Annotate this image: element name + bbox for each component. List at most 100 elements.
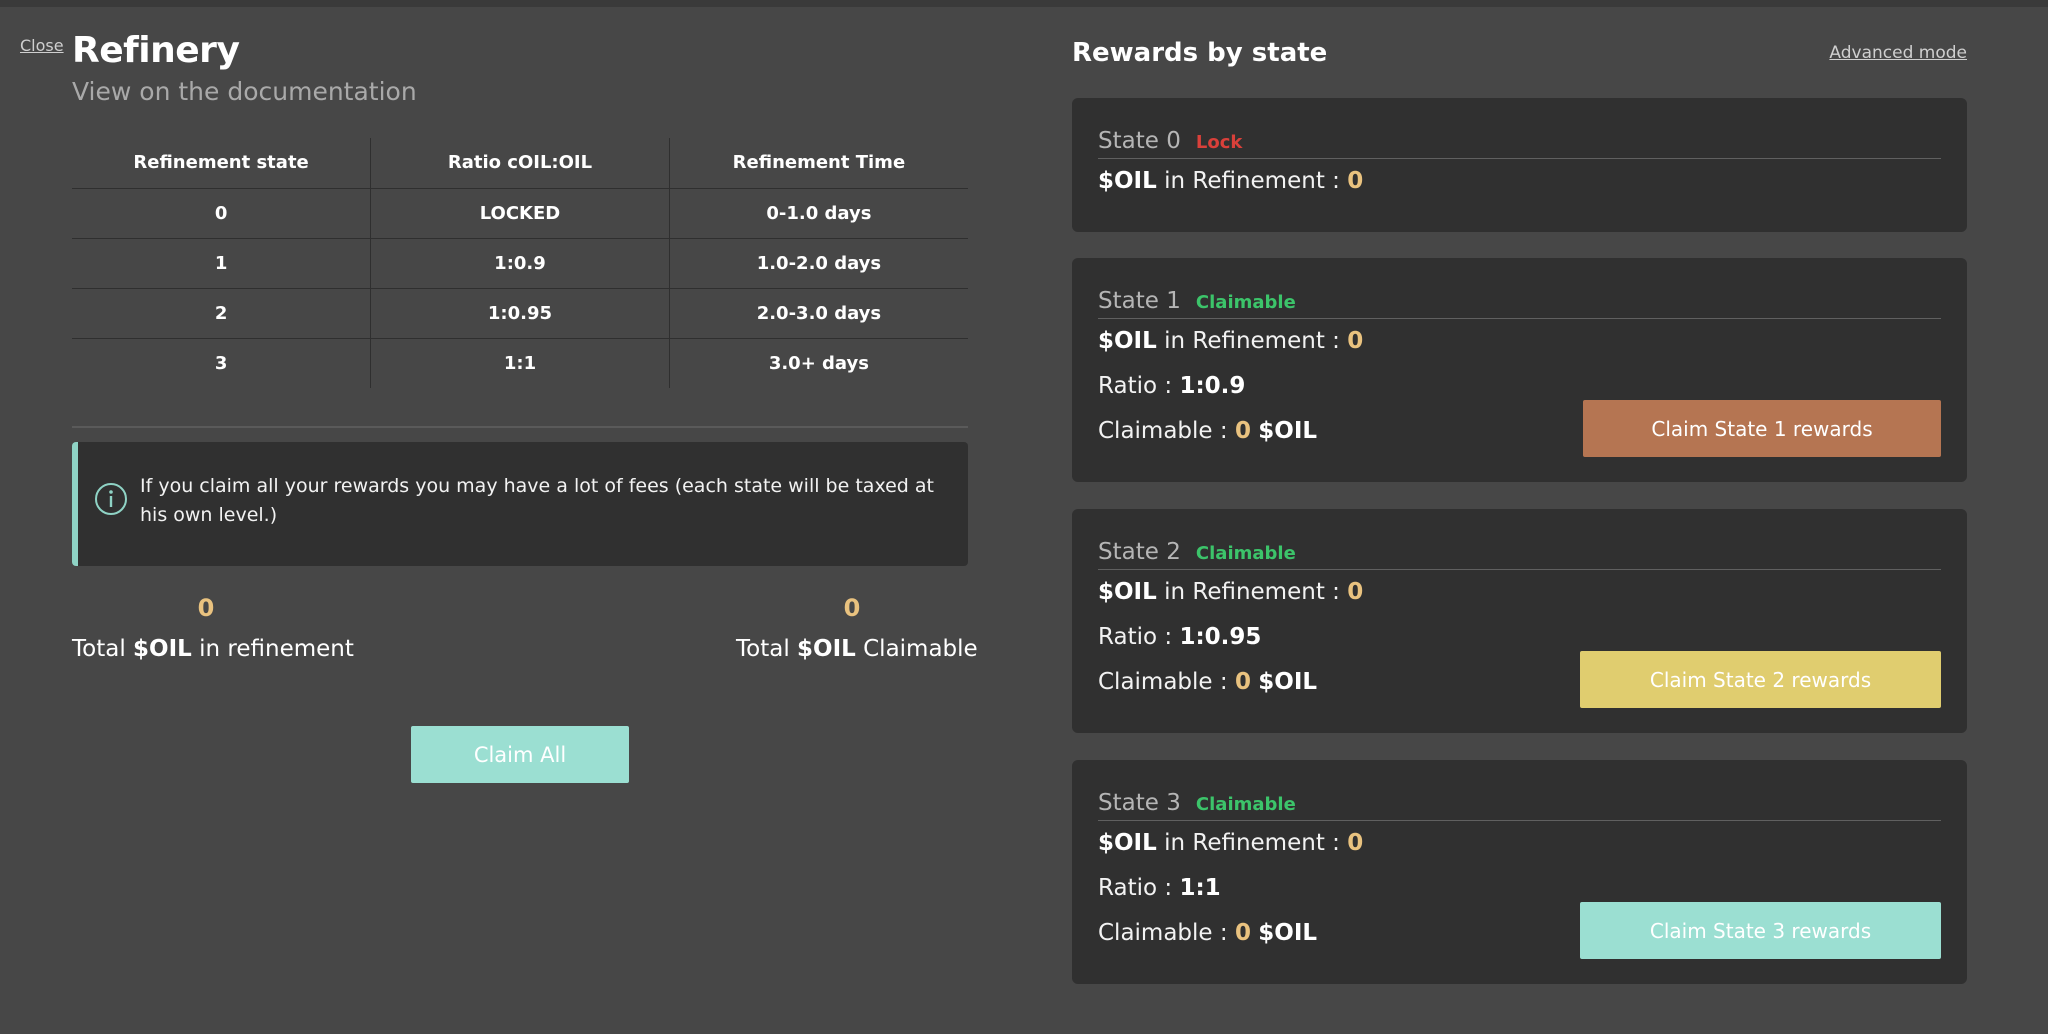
label-text: in Refinement : (1164, 579, 1340, 605)
total-refinement-value: 0 (197, 594, 215, 622)
section-divider (72, 426, 968, 428)
state-name: State 0 (1098, 128, 1181, 154)
fee-warning-notice: If you claim all your rewards you may ha… (72, 442, 968, 566)
table-row: 0 LOCKED 0-1.0 days (72, 188, 968, 238)
table-cell: 1 (72, 238, 372, 288)
refinement-value: 0 (1347, 579, 1364, 605)
rewards-title: Rewards by state (1072, 38, 1328, 68)
label-text: Ratio : (1098, 875, 1173, 901)
label-text: Total (72, 636, 126, 662)
refinement-value: 0 (1347, 830, 1364, 856)
ratio-value: 1:0.95 (1179, 624, 1262, 650)
status-badge: Lock (1195, 132, 1243, 153)
table-header-row: Refinement state Ratio cOIL:OIL Refineme… (72, 138, 968, 188)
token-symbol: $OIL (1098, 168, 1157, 194)
close-link[interactable]: Close (20, 36, 64, 55)
state-refinement: $OIL in Refinement : 0 (1098, 168, 1363, 194)
state-name: State 2 (1098, 539, 1181, 565)
table-row: 3 1:1 3.0+ days (72, 338, 968, 388)
claimable-value: 0 (1234, 669, 1251, 695)
state-ratio: Ratio : 1:0.95 (1098, 624, 1261, 650)
state-ratio: Ratio : 1:0.9 (1098, 373, 1245, 399)
state-claimable: Claimable : 0 $OIL (1098, 418, 1317, 444)
state-refinement: $OIL in Refinement : 0 (1098, 328, 1363, 354)
table-cell: 0-1.0 days (766, 202, 872, 224)
info-icon (95, 483, 127, 515)
token-symbol: $OIL (1258, 418, 1318, 444)
total-claimable-value: 0 (843, 594, 861, 622)
label-text: in Refinement : (1164, 168, 1340, 194)
token-symbol: $OIL (1258, 669, 1318, 695)
advanced-mode-link[interactable]: Advanced mode (1829, 43, 1967, 63)
token-symbol: $OIL (133, 636, 192, 662)
table-cell: 3.0+ days (768, 352, 869, 374)
table-cell: LOCKED (370, 188, 670, 238)
state-refinement: $OIL in Refinement : 0 (1098, 579, 1363, 605)
state-header: State 3 Claimable (1098, 790, 1941, 821)
table-cell: 1:1 (370, 338, 670, 388)
state-header: State 2 Claimable (1098, 539, 1941, 570)
state-card-0: State 0 Lock $OIL in Refinement : 0 (1072, 98, 1967, 232)
label-text: in refinement (199, 636, 354, 662)
total-claimable-label: Total $OIL Claimable (736, 636, 978, 662)
state-name: State 1 (1098, 288, 1181, 314)
refinement-table: Refinement state Ratio cOIL:OIL Refineme… (72, 138, 968, 388)
label-text: in Refinement : (1164, 328, 1340, 354)
state-claimable: Claimable : 0 $OIL (1098, 920, 1317, 946)
column-header: Refinement Time (732, 152, 906, 174)
state-card-2: State 2 Claimable $OIL in Refinement : 0… (1072, 509, 1967, 733)
ratio-value: 1:1 (1179, 875, 1221, 901)
state-name: State 3 (1098, 790, 1181, 816)
table-cell: 0 (72, 188, 372, 238)
token-symbol: $OIL (1098, 328, 1157, 354)
label-text: Ratio : (1098, 373, 1173, 399)
table-cell: 1:0.95 (370, 288, 670, 338)
token-symbol: $OIL (1098, 579, 1157, 605)
state-card-1: State 1 Claimable $OIL in Refinement : 0… (1072, 258, 1967, 482)
label-text: in Refinement : (1164, 830, 1340, 856)
total-refinement-label: Total $OIL in refinement (72, 636, 354, 662)
label-text: Claimable : (1098, 920, 1228, 946)
total-refinement: 0 Total $OIL in refinement (72, 594, 354, 662)
claim-state-1-button[interactable]: Claim State 1 rewards (1583, 400, 1941, 457)
token-symbol: $OIL (1258, 920, 1318, 946)
label-text: Claimable : (1098, 418, 1228, 444)
state-refinement: $OIL in Refinement : 0 (1098, 830, 1363, 856)
claim-state-3-button[interactable]: Claim State 3 rewards (1580, 902, 1941, 959)
state-claimable: Claimable : 0 $OIL (1098, 669, 1317, 695)
column-header: Ratio cOIL:OIL (370, 138, 670, 188)
table-row: 2 1:0.95 2.0-3.0 days (72, 288, 968, 338)
label-text: Claimable (863, 636, 978, 662)
ratio-value: 1:0.9 (1179, 373, 1246, 399)
token-symbol: $OIL (1098, 830, 1157, 856)
notice-text: If you claim all your rewards you may ha… (140, 475, 934, 526)
claim-all-button[interactable]: Claim All (411, 726, 629, 783)
state-header: State 0 Lock (1098, 128, 1941, 159)
total-claimable: 0 Total $OIL Claimable (736, 594, 978, 662)
token-symbol: $OIL (797, 636, 856, 662)
table-cell: 2 (72, 288, 372, 338)
documentation-link[interactable]: View on the documentation (72, 77, 417, 106)
state-header: State 1 Claimable (1098, 288, 1941, 319)
status-badge: Claimable (1195, 543, 1296, 564)
table-row: 1 1:0.9 1.0-2.0 days (72, 238, 968, 288)
label-text: Total (736, 636, 790, 662)
label-text: Claimable : (1098, 669, 1228, 695)
column-header: Refinement state (72, 138, 372, 188)
status-badge: Claimable (1195, 292, 1296, 313)
state-card-3: State 3 Claimable $OIL in Refinement : 0… (1072, 760, 1967, 984)
table-cell: 1.0-2.0 days (756, 252, 882, 274)
label-text: Ratio : (1098, 624, 1173, 650)
table-cell: 1:0.9 (370, 238, 670, 288)
page-title: Refinery (72, 30, 240, 71)
claimable-value: 0 (1234, 920, 1251, 946)
claimable-value: 0 (1234, 418, 1251, 444)
table-cell: 3 (72, 338, 372, 388)
refinement-value: 0 (1347, 168, 1364, 194)
top-bar (0, 0, 2048, 7)
status-badge: Claimable (1195, 794, 1296, 815)
table-cell: 2.0-3.0 days (756, 302, 882, 324)
refinement-value: 0 (1347, 328, 1364, 354)
state-ratio: Ratio : 1:1 (1098, 875, 1221, 901)
claim-state-2-button[interactable]: Claim State 2 rewards (1580, 651, 1941, 708)
